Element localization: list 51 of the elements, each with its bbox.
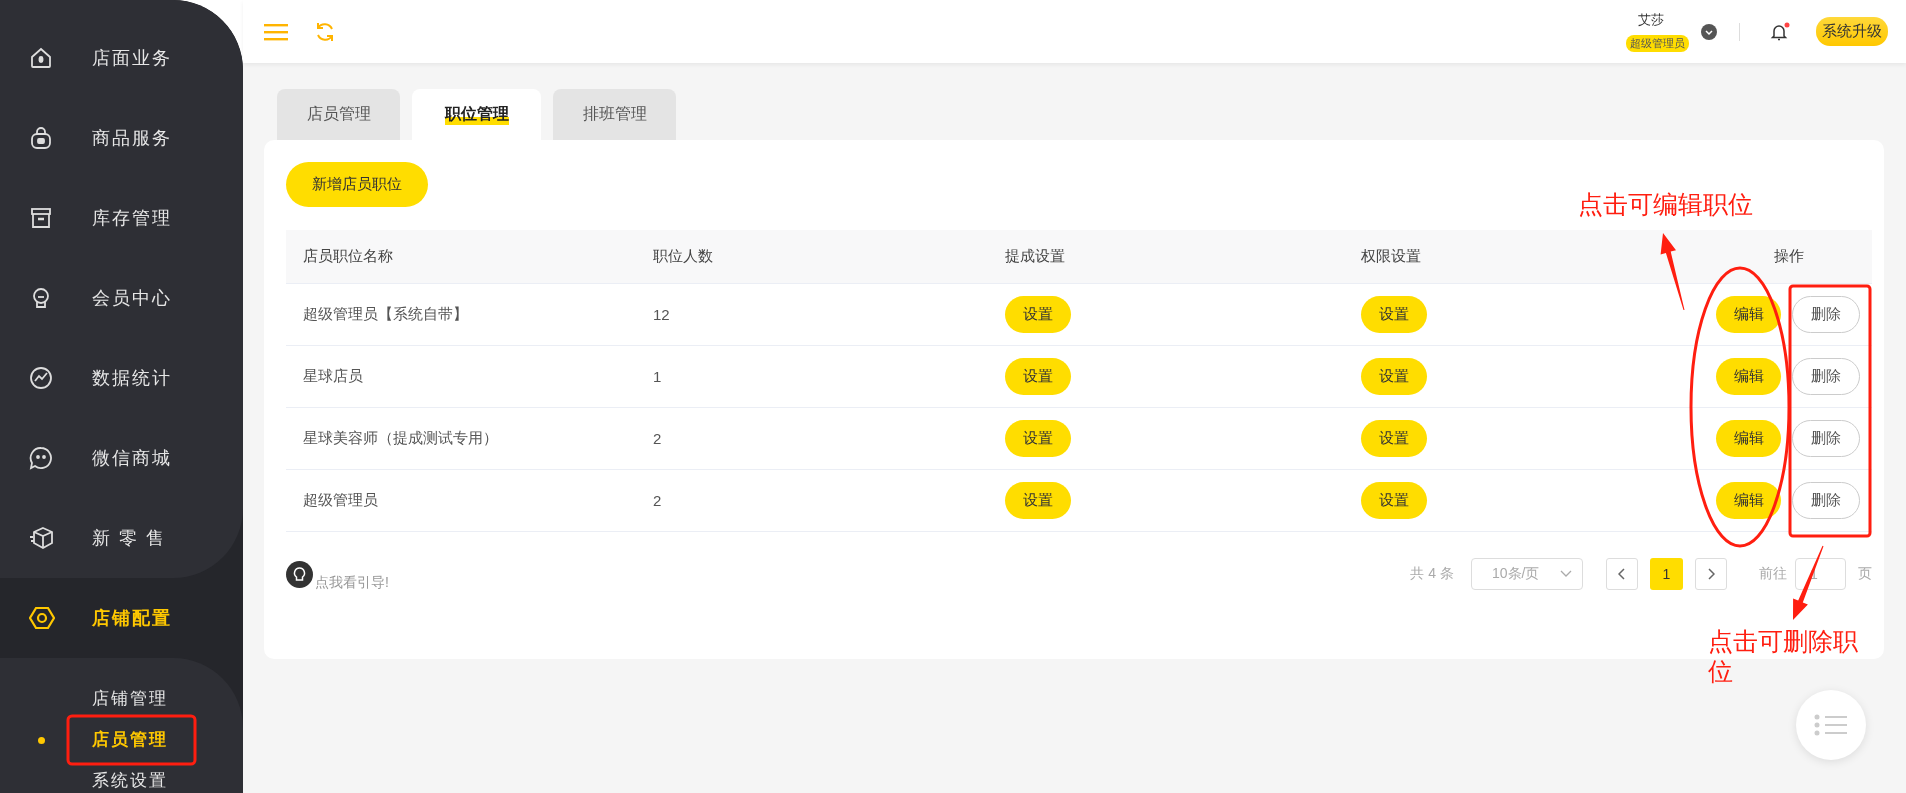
permission-settings-button[interactable]: 设置 xyxy=(1361,296,1427,333)
edit-button[interactable]: 编辑 xyxy=(1716,482,1781,519)
delete-button[interactable]: 删除 xyxy=(1792,420,1860,457)
goto-suffix: 页 xyxy=(1858,565,1872,583)
sidebar-item[interactable]: 店面业务 xyxy=(0,0,243,98)
tab[interactable]: 排班管理 xyxy=(553,89,676,140)
delete-button[interactable]: 删除 xyxy=(1792,358,1860,395)
table-cell: 星球店员 xyxy=(303,367,363,386)
commission-settings-button[interactable]: 设置 xyxy=(1005,420,1071,457)
column-header: 提成设置 xyxy=(1005,247,1065,266)
table-cell: 超级管理员 xyxy=(303,491,378,510)
goto-label: 前往 xyxy=(1759,565,1787,583)
user-name: 艾莎 xyxy=(1638,11,1664,29)
sidebar-item[interactable]: 新 零 售 xyxy=(0,498,243,578)
sidebar-subitem[interactable]: 店铺管理 xyxy=(0,678,168,719)
annotation-text: 点击可删除职位 xyxy=(1708,626,1859,686)
table-cell: 超级管理员【系统自带】 xyxy=(303,305,468,324)
sidebar-subitem[interactable]: 店员管理 xyxy=(0,719,168,760)
table-cell: 2 xyxy=(653,430,662,447)
edit-button[interactable]: 编辑 xyxy=(1716,296,1781,333)
commission-settings-button[interactable]: 设置 xyxy=(1005,358,1071,395)
sidebar-item[interactable]: 会员中心 xyxy=(0,258,243,338)
column-header: 职位人数 xyxy=(653,247,713,266)
table-cell: 1 xyxy=(653,368,662,385)
permission-settings-button[interactable]: 设置 xyxy=(1361,482,1427,519)
commission-settings-button[interactable]: 设置 xyxy=(1005,296,1071,333)
table-cell: 2 xyxy=(653,492,662,509)
table-cell: 星球美容师（提成测试专用） xyxy=(303,429,498,448)
commission-settings-button[interactable]: 设置 xyxy=(1005,482,1071,519)
annotation-text: 点击可编辑职位 xyxy=(1578,189,1753,219)
edit-button[interactable]: 编辑 xyxy=(1716,358,1781,395)
delete-button[interactable]: 删除 xyxy=(1792,296,1860,333)
sidebar-item[interactable]: 商品服务 xyxy=(0,98,243,178)
upgrade-button[interactable]: 系统升级 xyxy=(1816,17,1888,46)
sidebar-subitem[interactable]: 系统设置 xyxy=(0,760,168,793)
total-count: 共 4 条 xyxy=(1410,565,1454,583)
column-header: 操作 xyxy=(1774,247,1804,266)
permission-settings-button[interactable]: 设置 xyxy=(1361,420,1427,457)
sidebar-item[interactable]: 数据统计 xyxy=(0,338,243,418)
column-header: 店员职位名称 xyxy=(303,247,393,266)
table-cell: 12 xyxy=(653,306,670,323)
tab[interactable]: 店员管理 xyxy=(277,89,400,140)
column-header: 权限设置 xyxy=(1361,247,1421,266)
edit-button[interactable]: 编辑 xyxy=(1716,420,1781,457)
role-badge: 超级管理员 xyxy=(1626,35,1689,52)
permission-settings-button[interactable]: 设置 xyxy=(1361,358,1427,395)
add-position-button[interactable]: 新增店员职位 xyxy=(286,162,428,207)
page-button[interactable]: 1 xyxy=(1650,558,1683,590)
delete-button[interactable]: 删除 xyxy=(1792,482,1860,519)
sidebar-item[interactable]: 微信商城 xyxy=(0,418,243,498)
sidebar-item[interactable]: 库存管理 xyxy=(0,178,243,258)
